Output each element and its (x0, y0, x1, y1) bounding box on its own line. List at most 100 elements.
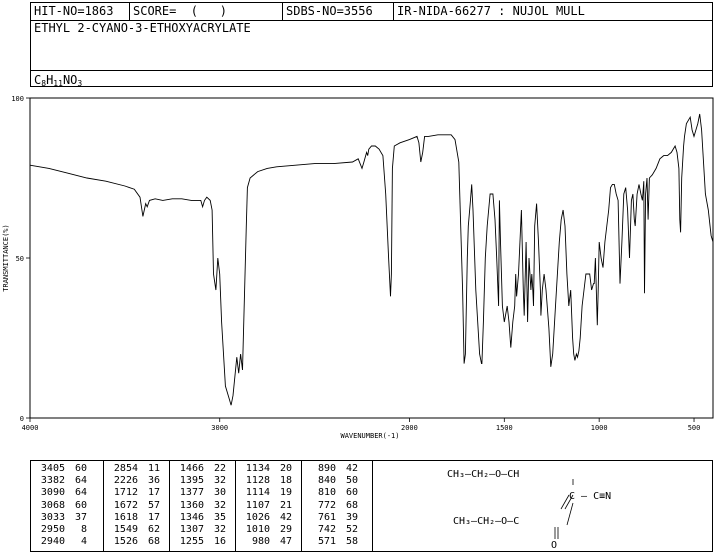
peak-row: 980 47 (242, 536, 308, 548)
peak-column-5: 890 42 840 50 810 60 772 68 761 39 742 52 571 58 (301, 461, 380, 551)
peak-transmittance: 18 (279, 475, 292, 487)
x-tick-label: 3000 (211, 424, 228, 432)
spectrum-header: HIT-NO=1863 SCORE= ( ) SDBS-NO=3556 IR-N… (30, 2, 713, 88)
peak-transmittance: 11 (147, 463, 160, 474)
peak-row: 810 60 (308, 487, 380, 499)
y-tick-label: 100 (11, 95, 24, 103)
peak-transmittance: 30 (213, 487, 226, 499)
peak-wavenumber: 3405 (40, 463, 65, 474)
peak-row: 1618 17 (110, 512, 176, 524)
peak-transmittance: 52 (345, 524, 358, 536)
peak-wavenumber: 1010 (245, 524, 270, 536)
peak-wavenumber: 1526 (113, 536, 138, 548)
peak-column-4: 1134 20 1128 18 1114 19 1107 21 1026 42 1010 29 980 4… (235, 461, 308, 551)
peak-wavenumber: 772 (317, 499, 336, 511)
peak-wavenumber: 761 (317, 511, 336, 523)
peak-table: 3405 60 3382 64 3090 64 3068 60 3033 37 2950 8 2940 4… (30, 460, 373, 552)
peak-wavenumber: 1360 (179, 499, 204, 511)
peak-wavenumber: 1134 (245, 463, 270, 474)
peak-wavenumber: 571 (317, 536, 336, 548)
peak-row: 3033 37 (37, 512, 97, 524)
peak-transmittance: 68 (345, 499, 358, 511)
peak-row: 1255 16 (176, 536, 242, 548)
peak-wavenumber: 1026 (245, 511, 270, 523)
y-axis-label: TRANSMITTANCE(%) (2, 224, 10, 291)
peak-row: 1672 57 (110, 500, 176, 512)
peak-wavenumber: 3033 (40, 511, 65, 523)
peak-row: 1010 29 (242, 524, 308, 536)
peak-transmittance: 47 (279, 536, 292, 548)
structure-diagram: CH₃—CH₂—O—CH C — C≡N CH₃—CH₂—O—C O (373, 460, 713, 552)
x-axis-label: WAVENUMBER(-1) (340, 432, 399, 440)
header-info-row: HIT-NO=1863 SCORE= ( ) SDBS-NO=3556 IR-N… (31, 3, 712, 21)
peak-wavenumber: 1307 (179, 524, 204, 536)
peak-transmittance: 57 (147, 499, 160, 511)
peak-row: 3405 60 (37, 463, 97, 475)
peak-wavenumber: 1255 (179, 536, 204, 548)
peak-wavenumber: 1107 (245, 499, 270, 511)
structure-line-1: CH₃—CH₂—O—CH (447, 469, 520, 480)
peak-transmittance: 60 (74, 499, 87, 511)
peak-transmittance: 19 (279, 487, 292, 499)
formula-row: C8H11NO3 (31, 70, 712, 88)
structure-bonds (554, 479, 574, 539)
peak-wavenumber: 980 (251, 536, 270, 548)
structure-line-3: CH₃—CH₂—O—C (453, 516, 520, 527)
peak-wavenumber: 890 (317, 463, 336, 474)
peak-transmittance: 62 (147, 524, 160, 536)
peak-transmittance: 37 (74, 511, 87, 523)
peak-row: 3068 60 (37, 500, 97, 512)
peak-transmittance: 21 (279, 499, 292, 511)
peak-wavenumber: 1672 (113, 499, 138, 511)
peak-column-3: 1466 22 1395 32 1377 30 1360 32 1346 35 1307 32 1255… (169, 461, 242, 551)
peak-transmittance: 32 (213, 475, 226, 487)
peak-row: 1134 20 (242, 463, 308, 475)
peak-row: 1377 30 (176, 487, 242, 499)
peak-wavenumber: 742 (317, 524, 336, 536)
peak-transmittance: 32 (213, 499, 226, 511)
peak-transmittance: 60 (74, 463, 87, 474)
peak-transmittance: 64 (74, 487, 87, 499)
peak-wavenumber: 2226 (113, 475, 138, 487)
peak-transmittance: 16 (213, 536, 226, 548)
x-tick-label: 4000 (22, 424, 39, 432)
peak-row: 1395 32 (176, 475, 242, 487)
peak-row: 742 52 (308, 524, 380, 536)
peak-row: 761 39 (308, 512, 380, 524)
peak-row: 1307 32 (176, 524, 242, 536)
peak-row: 1346 35 (176, 512, 242, 524)
peak-row: 1712 17 (110, 487, 176, 499)
peak-row: 2950 8 (37, 524, 97, 536)
peak-wavenumber: 3382 (40, 475, 65, 487)
peak-wavenumber: 1549 (113, 524, 138, 536)
x-tick-label: 2000 (401, 424, 418, 432)
peak-row: 1526 68 (110, 536, 176, 548)
peak-column-1: 3405 60 3382 64 3090 64 3068 60 3033 37 2950 8 2940 4 (37, 461, 97, 551)
peak-transmittance: 35 (213, 511, 226, 523)
ir-info: IR-NIDA-66277 : NUJOL MULL (393, 3, 713, 20)
peak-transmittance: 22 (213, 463, 226, 474)
peak-transmittance: 64 (74, 475, 87, 487)
peak-row: 1549 62 (110, 524, 176, 536)
peak-transmittance: 17 (147, 511, 160, 523)
sdbs-number: SDBS-NO=3556 (282, 3, 396, 20)
peak-row: 2854 11 (110, 463, 176, 475)
peak-column-2: 2854 11 2226 36 1712 17 1672 57 1618 17 1549 62 1526… (103, 461, 176, 551)
peak-row: 571 58 (308, 536, 380, 548)
peak-wavenumber: 1114 (245, 487, 270, 499)
peak-row: 890 42 (308, 463, 380, 475)
compound-name: ETHYL 2-CYANO-3-ETHOXYACRYLATE (34, 21, 251, 35)
peak-transmittance: 8 (80, 524, 87, 536)
peak-row: 1107 21 (242, 500, 308, 512)
peak-row: 3090 64 (37, 487, 97, 499)
peak-wavenumber: 1712 (113, 487, 138, 499)
peak-wavenumber: 1466 (179, 463, 204, 474)
peak-wavenumber: 3068 (40, 499, 65, 511)
peak-transmittance: 68 (147, 536, 160, 548)
peak-row: 840 50 (308, 475, 380, 487)
peak-row: 1128 18 (242, 475, 308, 487)
peak-wavenumber: 1128 (245, 475, 270, 487)
peak-transmittance: 32 (213, 524, 226, 536)
peak-wavenumber: 840 (317, 475, 336, 487)
peak-wavenumber: 2940 (40, 536, 65, 548)
